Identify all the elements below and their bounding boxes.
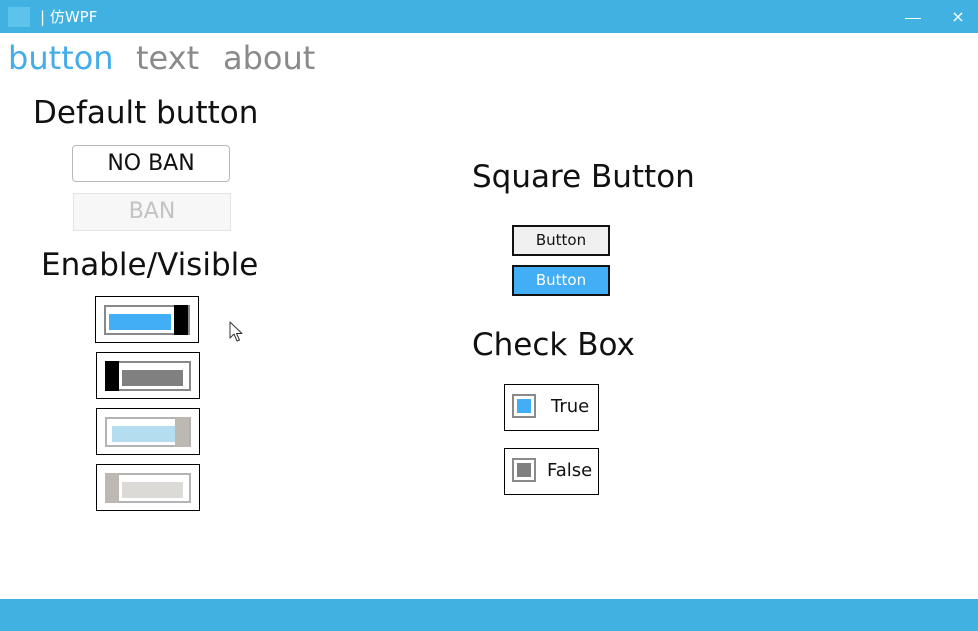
square-button-primary[interactable]: Button [512, 265, 610, 296]
checkbox-label: False [547, 460, 593, 481]
close-icon: × [951, 7, 965, 26]
toggle-disabled-on [96, 408, 200, 455]
toggle-disabled-off [96, 464, 200, 511]
toggle-fill [122, 370, 183, 386]
enable-visible-heading: Enable/Visible [41, 247, 259, 283]
app-icon [8, 7, 30, 27]
minimize-icon [905, 18, 921, 19]
toggle-thumb[interactable] [174, 305, 188, 335]
checkbox-unchecked-mark [517, 463, 531, 477]
status-bar [0, 599, 978, 631]
close-button[interactable]: × [940, 3, 976, 31]
tab-about[interactable]: about [223, 38, 315, 78]
tab-button[interactable]: button [8, 38, 114, 78]
checkbox-false[interactable]: False [504, 448, 599, 495]
checkbox-checked-mark [517, 399, 531, 413]
window-title: | 仿WPF [40, 8, 98, 26]
checkbox-indicator[interactable] [512, 394, 536, 418]
toggle-thumb [105, 473, 119, 503]
checkbox-label: True [551, 396, 590, 417]
checkbox-true[interactable]: True [504, 384, 599, 431]
toggle-fill [112, 426, 175, 442]
toggle-fill [109, 314, 171, 330]
toggle-enabled-on[interactable] [95, 296, 199, 343]
toggle-track [104, 305, 190, 335]
check-box-heading: Check Box [472, 327, 635, 363]
toggle-track [105, 473, 191, 503]
default-button-heading: Default button [33, 95, 259, 131]
square-button-light[interactable]: Button [512, 225, 610, 256]
toggle-track [105, 417, 191, 447]
ban-button: BAN [73, 193, 231, 231]
toggle-thumb [175, 417, 189, 447]
minimize-button[interactable] [895, 3, 931, 31]
checkbox-indicator[interactable] [512, 458, 536, 482]
title-bar: | 仿WPF × [0, 0, 978, 33]
square-button-heading: Square Button [472, 159, 695, 195]
tab-text[interactable]: text [136, 38, 199, 78]
toggle-enabled-off[interactable] [96, 352, 200, 399]
toggle-thumb[interactable] [105, 361, 119, 391]
toggle-fill [122, 482, 183, 498]
no-ban-button[interactable]: NO BAN [72, 145, 230, 182]
mouse-cursor-icon [229, 321, 243, 342]
toggle-track [105, 361, 191, 391]
